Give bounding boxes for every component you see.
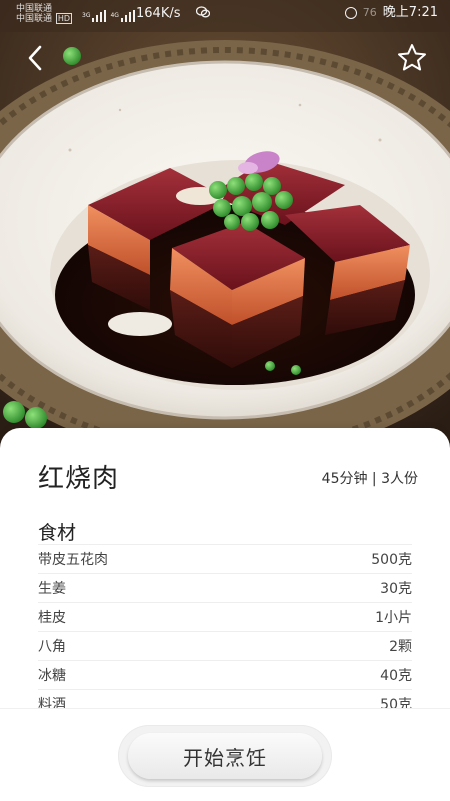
network-speed: 164K/s	[136, 6, 181, 21]
battery-level: 76	[362, 6, 377, 19]
favorite-button[interactable]	[394, 40, 430, 76]
ingredient-amount: 40克	[380, 668, 412, 684]
ingredients-heading: 食材	[38, 522, 77, 544]
ingredient-name: 生姜	[38, 581, 66, 597]
hd-badge: HD	[55, 13, 73, 24]
list-item: 冰糖 40克	[38, 660, 412, 689]
star-outline-icon	[398, 44, 426, 71]
status-bar: 中国联通 中国联通 HD 3G 4G 164K/s 76 晚上7:21	[0, 0, 450, 32]
wechat-icon	[196, 6, 210, 18]
status-right: 76 晚上7:21	[344, 5, 438, 20]
bottom-action-bar: 开始烹饪	[0, 708, 450, 801]
ingredients-list: 带皮五花肉 500克 生姜 30克 桂皮 1小片 八角 2颗 冰糖 40克 料酒…	[38, 544, 412, 718]
start-cooking-button[interactable]: 开始烹饪	[128, 733, 322, 779]
carrier-info: 中国联通 中国联通 HD	[16, 4, 73, 24]
dish-illustration	[0, 0, 450, 450]
list-item: 桂皮 1小片	[38, 602, 412, 631]
back-button[interactable]	[18, 40, 54, 76]
ingredient-name: 带皮五花肉	[38, 552, 108, 568]
dish-photo	[0, 0, 450, 450]
list-item: 八角 2颗	[38, 631, 412, 660]
ingredient-name: 桂皮	[38, 610, 66, 626]
list-item: 生姜 30克	[38, 573, 412, 602]
clock: 晚上7:21	[382, 5, 438, 20]
chevron-left-icon	[28, 45, 42, 71]
alarm-icon	[344, 7, 357, 19]
ingredient-amount: 500克	[371, 552, 412, 568]
ingredient-name: 八角	[38, 639, 66, 655]
net-3g-label: 3G	[82, 12, 91, 19]
recipe-meta: 45分钟 | 3人份	[321, 471, 418, 487]
net-4g-label: 4G	[110, 12, 119, 19]
ingredient-amount: 30克	[380, 581, 412, 597]
start-button-halo: 开始烹饪	[118, 725, 332, 787]
ingredient-amount: 1小片	[375, 610, 412, 626]
list-item: 带皮五花肉 500克	[38, 544, 412, 573]
recipe-title: 红烧肉	[38, 464, 120, 494]
signal-icon: 3G 4G	[82, 10, 135, 22]
carrier-name-bottom: 中国联通	[16, 14, 53, 24]
ingredient-amount: 2颗	[389, 639, 412, 655]
ingredient-name: 冰糖	[38, 668, 66, 684]
